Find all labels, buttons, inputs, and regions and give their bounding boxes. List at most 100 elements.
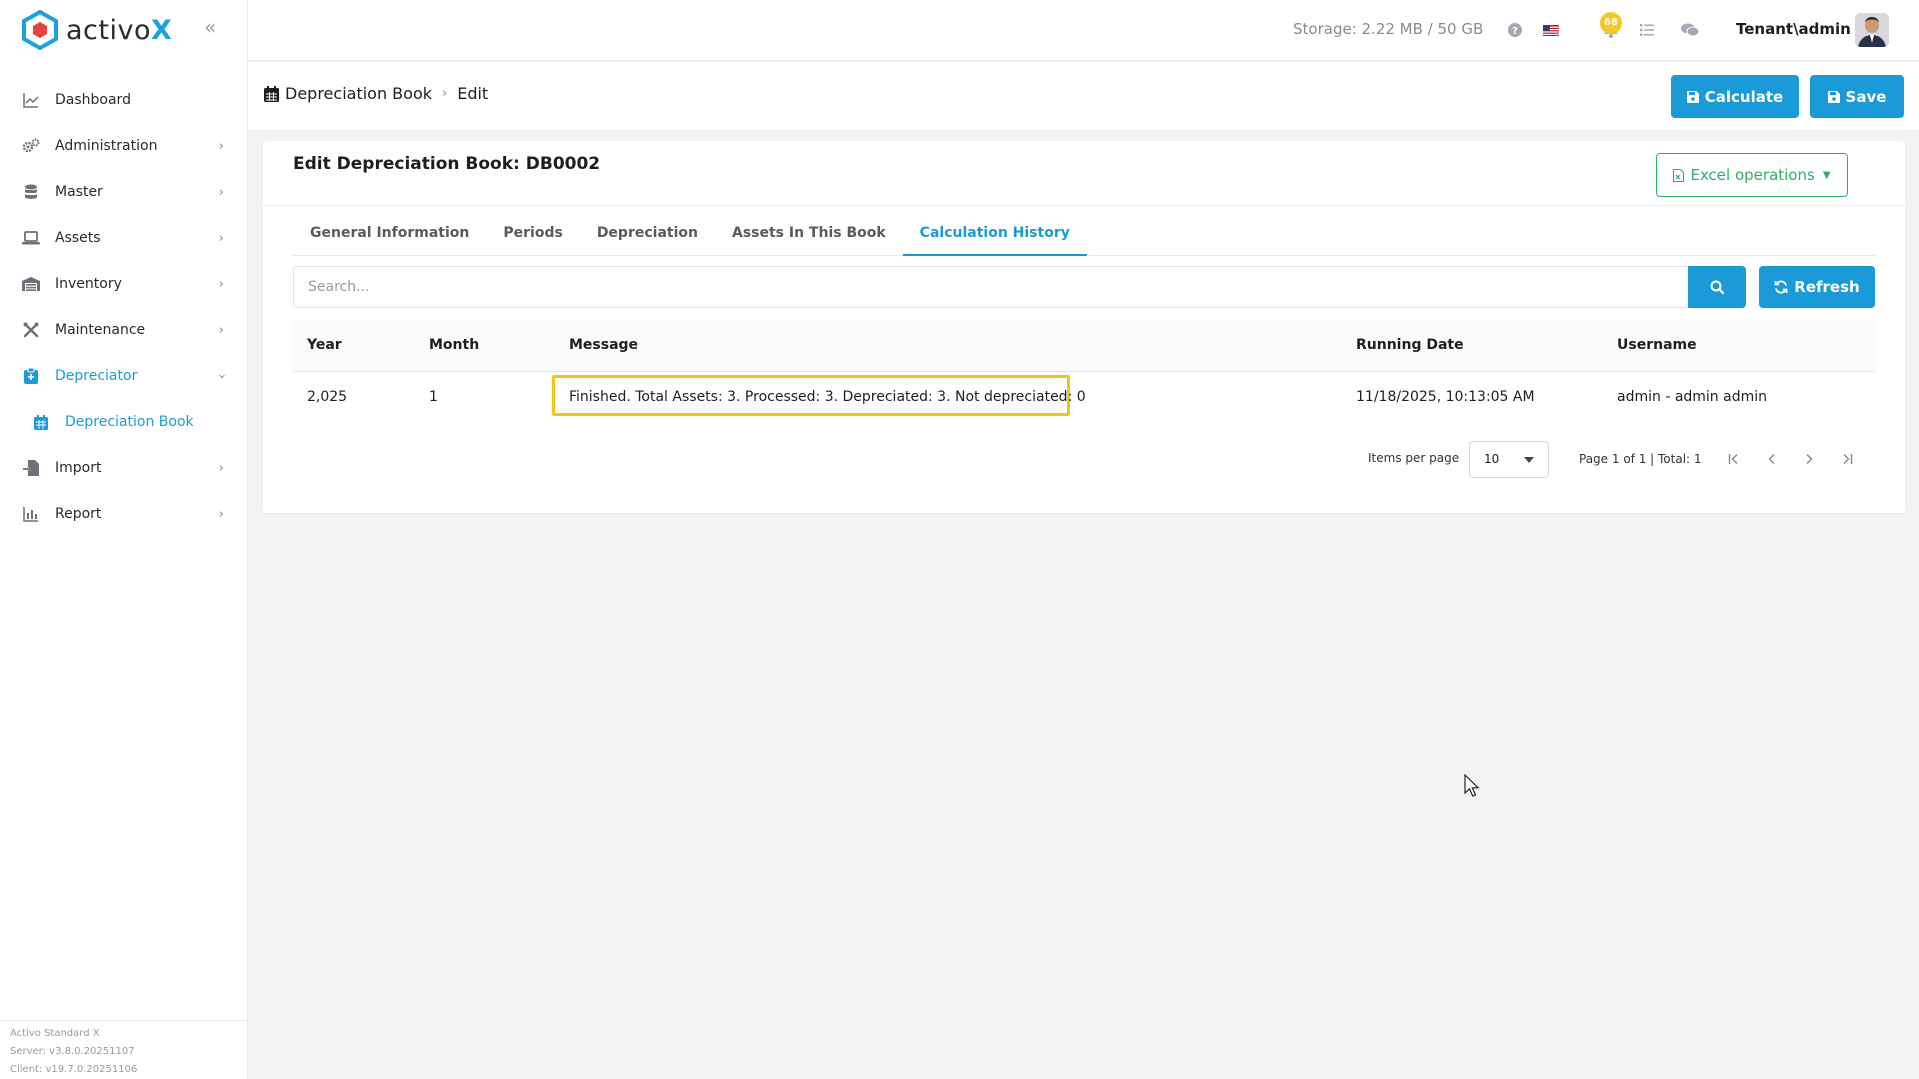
breadcrumb: Depreciation Book › Edit [264,84,488,103]
chevron-right-icon: › [218,230,224,246]
column-header-message[interactable]: Message [569,337,638,353]
sidebar-item-administration[interactable]: Administration › [0,123,248,169]
gears-icon [22,137,40,155]
svg-text:?: ? [1512,26,1518,37]
column-header-month[interactable]: Month [429,337,479,353]
items-per-page-select[interactable]: 10 [1469,441,1549,478]
server-version: Server: v3.8.0.20251107 [10,1046,135,1057]
sidebar-item-label: Maintenance [55,322,146,338]
next-page-icon[interactable] [1799,449,1819,469]
save-button[interactable]: Save [1810,75,1904,118]
sidebar-item-depreciation-book[interactable]: Depreciation Book [0,399,248,445]
cell-username: admin - admin admin [1617,389,1768,405]
column-header-year[interactable]: Year [307,337,342,353]
sidebar-item-master[interactable]: Master › [0,169,248,215]
caret-down-icon [1524,457,1534,463]
excel-operations-dropdown[interactable]: Excel operations ▼ [1656,153,1848,197]
chevron-right-icon: › [442,86,448,101]
warehouse-icon [22,275,40,293]
sidebar-item-dashboard[interactable]: Dashboard [0,77,248,123]
help-icon[interactable]: ? [1505,20,1525,40]
sidebar-item-label: Depreciation Book [65,414,194,430]
version-info: Activo Standard X Server: v3.8.0.2025110… [10,1025,137,1079]
app-logo[interactable]: activoX [22,10,172,50]
database-icon [22,183,40,201]
tab-depreciation[interactable]: Depreciation [580,220,715,256]
chart-bar-icon [22,505,40,523]
table-row[interactable]: 2,025 1 Finished. Total Assets: 3. Proce… [293,373,1875,423]
product-name: Activo Standard X [10,1028,100,1039]
chat-icon[interactable] [1680,20,1700,40]
page-title: Edit Depreciation Book: DB0002 [293,154,601,174]
chevron-down-icon: › [213,373,229,379]
refresh-button[interactable]: Refresh [1759,266,1875,308]
tab-assets-in-this-book[interactable]: Assets In This Book [715,220,903,256]
refresh-icon [1774,280,1788,294]
tab-bar: General Information Periods Depreciation… [293,220,1875,256]
divider [263,205,1905,206]
chevron-right-icon: › [218,460,224,476]
column-header-running-date[interactable]: Running Date [1356,337,1464,353]
sidebar-footer-divider [0,1020,248,1021]
sidebar-item-maintenance[interactable]: Maintenance › [0,307,248,353]
cell-year: 2,025 [307,389,348,405]
chart-line-icon [22,91,40,109]
excel-file-icon [1673,168,1685,182]
tools-icon [22,321,40,339]
save-label: Save [1845,87,1887,106]
edit-card: Edit Depreciation Book: DB0002 Excel ope… [263,141,1905,513]
previous-page-icon[interactable] [1762,449,1782,469]
chevron-right-icon: › [218,506,224,522]
sidebar-item-import[interactable]: Import › [0,445,248,491]
sidebar-item-label: Master [55,184,103,200]
calendar-icon [264,85,279,102]
calendar-icon [32,413,50,431]
mouse-cursor-icon [1464,773,1480,802]
column-header-username[interactable]: Username [1617,337,1697,353]
search-button[interactable] [1688,266,1746,308]
cell-month: 1 [429,389,438,405]
logo-text: activoX [66,14,173,46]
items-per-page-label: Items per page [1368,451,1460,465]
breadcrumb-current: Edit [457,84,489,103]
sidebar-item-report[interactable]: Report › [0,491,248,537]
excel-operations-label: Excel operations [1690,166,1815,184]
sidebar-item-inventory[interactable]: Inventory › [0,261,248,307]
sidebar-item-assets[interactable]: Assets › [0,215,248,261]
task-list-icon[interactable] [1637,20,1657,40]
sidebar-item-label: Depreciator [55,368,138,384]
user-name[interactable]: Tenant\admin [1736,20,1851,38]
caret-down-icon: ▼ [1822,169,1831,181]
page-summary: Page 1 of 1 | Total: 1 [1579,452,1702,466]
save-icon [1827,90,1840,103]
cell-message: Finished. Total Assets: 3. Processed: 3.… [569,389,1086,405]
collapse-sidebar-icon[interactable]: « [204,17,224,37]
client-version: Client: v19.7.0.20251106 [10,1064,138,1075]
tab-calculation-history[interactable]: Calculation History [902,220,1087,256]
file-import-icon [22,459,40,477]
us-flag-icon[interactable] [1541,20,1561,40]
sidebar-item-depreciator[interactable]: Depreciator › [0,353,248,399]
page-header: Depreciation Book › Edit Calculate Save [248,62,1919,130]
last-page-icon[interactable] [1837,449,1857,469]
refresh-label: Refresh [1794,278,1860,296]
first-page-icon[interactable] [1724,449,1744,469]
calculate-label: Calculate [1704,87,1784,106]
sidebar-item-label: Assets [55,230,101,246]
table-header: Year Month Message Running Date Username [293,321,1875,372]
chevron-right-icon: › [218,276,224,292]
tab-periods[interactable]: Periods [486,220,579,256]
sidebar-nav: Dashboard Administration › Master › Asse… [0,77,248,537]
sidebar-item-label: Report [55,506,102,522]
calculate-button[interactable]: Calculate [1671,75,1799,118]
items-per-page-value: 10 [1484,452,1500,466]
laptop-icon [22,229,40,247]
avatar[interactable] [1855,13,1889,47]
sidebar-item-label: Administration [55,138,158,154]
top-bar: Storage: 2.22 MB / 50 GB ? 68 Tenant\adm… [248,0,1919,61]
chevron-right-icon: › [218,138,224,154]
search-input[interactable] [293,266,1689,308]
breadcrumb-section[interactable]: Depreciation Book [285,84,432,103]
tab-general-information[interactable]: General Information [293,220,486,256]
search-icon [1710,280,1724,294]
